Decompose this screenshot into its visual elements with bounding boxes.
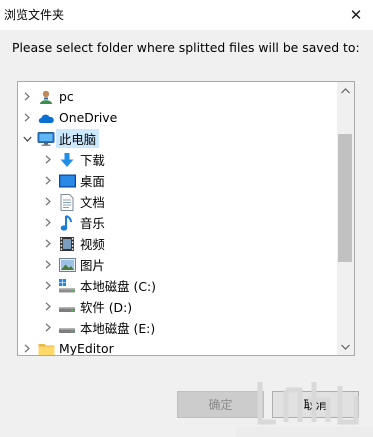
document-icon — [58, 193, 76, 211]
tree-item[interactable]: 此电脑 — [18, 128, 338, 149]
tree-item[interactable]: 视频 — [18, 233, 338, 254]
tree-item[interactable]: 文档 — [18, 191, 338, 212]
chevron-right-icon[interactable] — [42, 317, 54, 338]
scrollbar-thumb[interactable] — [338, 134, 352, 262]
cancel-button[interactable]: 取消 — [272, 391, 359, 418]
tree-item-label: MyEditor — [59, 341, 114, 356]
chevron-right-icon[interactable] — [42, 170, 54, 191]
music-note-icon — [58, 214, 76, 232]
chevron-right-icon[interactable] — [42, 149, 54, 170]
tree-item[interactable]: 音乐 — [18, 212, 338, 233]
chevron-right-icon[interactable] — [21, 338, 33, 355]
windows-drive-icon — [58, 277, 76, 295]
folder-icon — [37, 340, 55, 355]
scroll-up-arrow[interactable] — [337, 82, 354, 99]
tree-item-label: 视频 — [80, 236, 105, 252]
tree-item-label: 本地磁盘 (C:) — [80, 278, 156, 294]
tree-item[interactable]: OneDrive — [18, 107, 338, 128]
tree-item[interactable]: MyEditor — [18, 338, 338, 356]
tree-item[interactable]: 桌面 — [18, 170, 338, 191]
window-title: 浏览文件夹 — [4, 8, 65, 22]
chevron-down-icon[interactable] — [21, 128, 33, 149]
folder-tree[interactable]: pc OneDrive 此电脑下载桌面文档音乐视频图片本地磁盘 (C:) 软件 (D:… — [17, 81, 355, 356]
cloud-icon — [37, 109, 55, 127]
chevron-right-icon[interactable] — [42, 212, 54, 233]
tree-item-label: 文档 — [80, 194, 105, 210]
chevron-right-icon[interactable] — [42, 275, 54, 296]
user-icon — [37, 88, 55, 106]
tree-item-label: 音乐 — [80, 215, 105, 231]
tree-item-label: 本地磁盘 (E:) — [80, 320, 156, 336]
chevron-right-icon[interactable] — [42, 296, 54, 317]
tree-item-label: pc — [59, 89, 74, 104]
tree-item[interactable]: pc — [18, 86, 338, 107]
download-arrow-icon — [58, 151, 76, 169]
close-button[interactable]: ✕ — [339, 0, 373, 30]
tree-item[interactable]: 软件 (D:) — [18, 296, 338, 317]
drive-icon — [58, 319, 76, 337]
close-icon: ✕ — [349, 6, 363, 24]
instruction-text: Please select folder where splitted file… — [12, 40, 360, 55]
drive-icon — [58, 298, 76, 316]
browse-folder-dialog: 浏览文件夹 ✕ Please select folder where split… — [0, 0, 373, 437]
chevron-right-icon[interactable] — [21, 107, 33, 128]
chevron-right-icon[interactable] — [21, 86, 33, 107]
tree-item[interactable]: 下载 — [18, 149, 338, 170]
monitor-icon — [37, 130, 55, 148]
tree-item-label: 此电脑 — [56, 129, 100, 148]
ok-button[interactable]: 确定 — [177, 391, 264, 418]
vertical-scrollbar[interactable] — [337, 82, 354, 355]
tree-item-label: 图片 — [80, 257, 105, 273]
tree-item[interactable]: 本地磁盘 (C:) — [18, 275, 338, 296]
picture-icon — [58, 256, 76, 274]
film-icon — [58, 235, 76, 253]
tree-item-label: 软件 (D:) — [80, 299, 133, 315]
title-bar: 浏览文件夹 ✕ — [0, 0, 373, 30]
tree-item[interactable]: 图片 — [18, 254, 338, 275]
chevron-right-icon[interactable] — [42, 233, 54, 254]
tree-item-label: OneDrive — [59, 110, 118, 125]
tree-item[interactable]: 本地磁盘 (E:) — [18, 317, 338, 338]
tree-item-label: 下载 — [80, 152, 105, 168]
tree-item-label: 桌面 — [80, 173, 105, 189]
scroll-down-arrow[interactable] — [337, 338, 354, 355]
chevron-right-icon[interactable] — [42, 191, 54, 212]
chevron-right-icon[interactable] — [42, 254, 54, 275]
desktop-icon — [58, 172, 76, 190]
